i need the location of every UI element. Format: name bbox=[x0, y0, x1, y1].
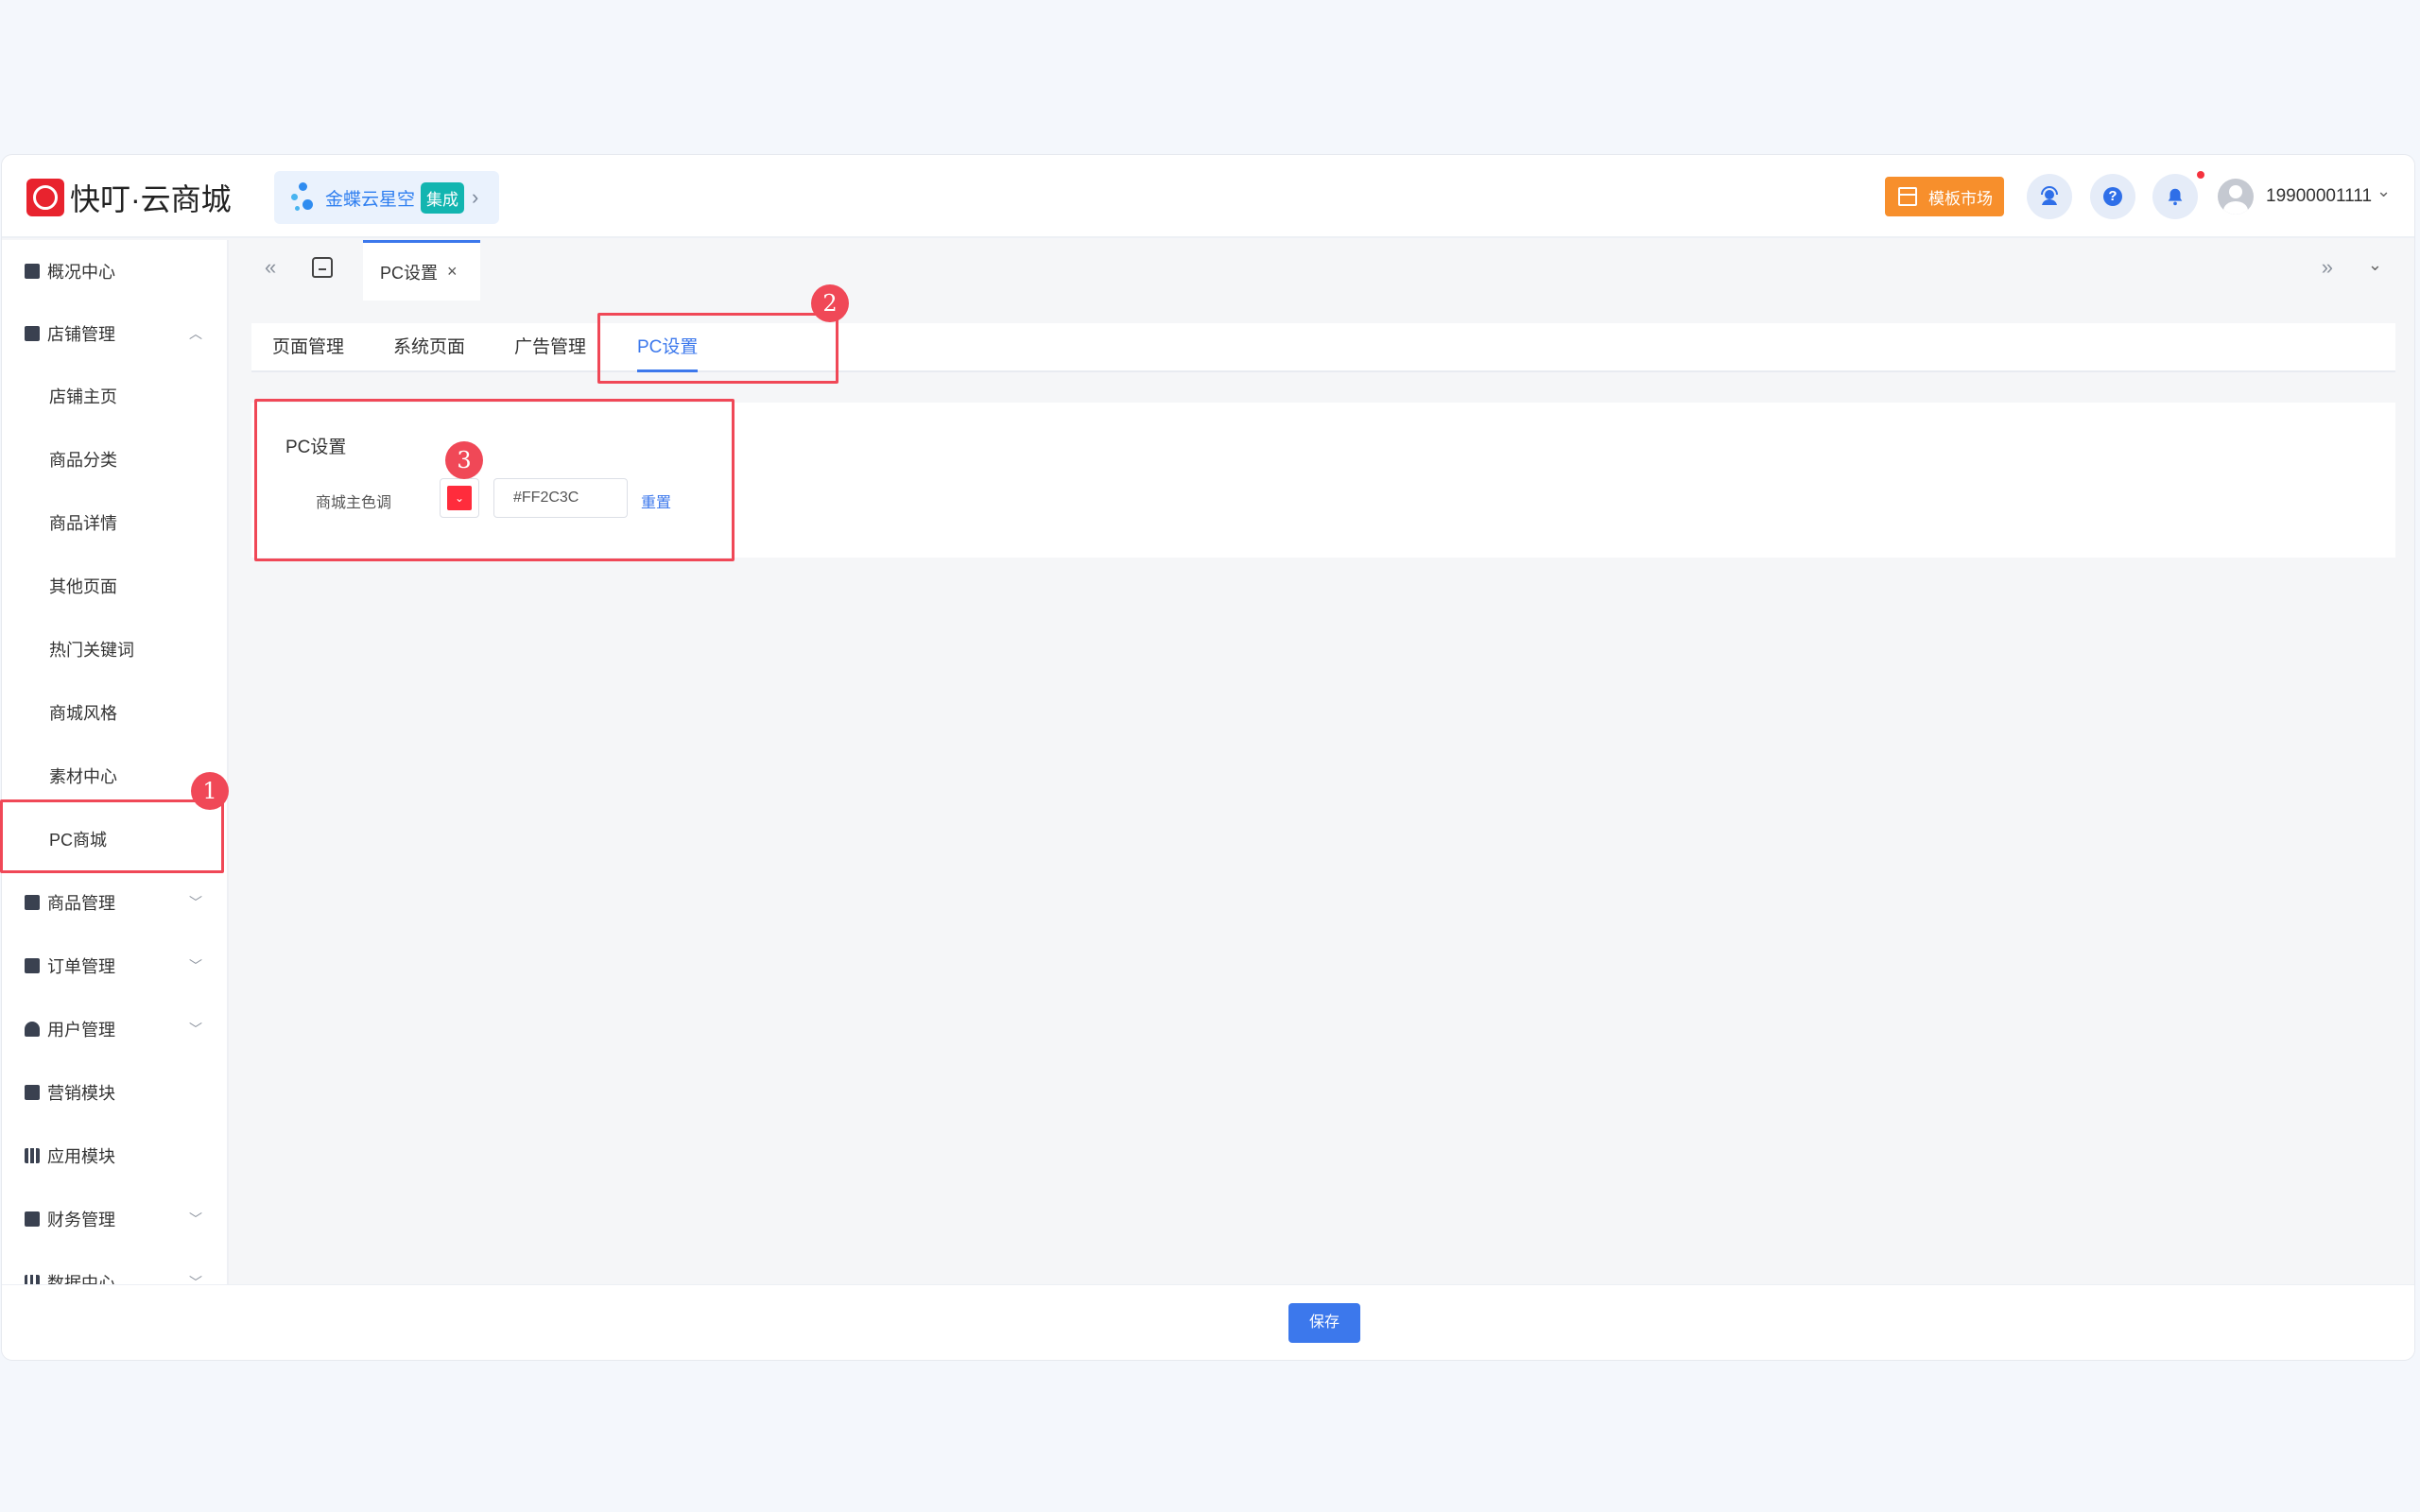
user-name[interactable]: 19900001111 bbox=[2266, 186, 2372, 207]
customer-service-icon bbox=[2041, 186, 2058, 205]
template-market-button[interactable]: 模板市场 bbox=[1885, 177, 2004, 216]
page-tab-bar: « PC设置 × » ⌄ bbox=[231, 240, 2414, 301]
sidebar-subitem-keywords[interactable]: 热门关键词 bbox=[2, 618, 227, 680]
sidebar-item-orders[interactable]: 订单管理 ﹀ bbox=[2, 935, 227, 997]
sidebar-item-apps[interactable]: 应用模块 bbox=[2, 1125, 227, 1187]
chevron-up-icon: ︿ bbox=[189, 326, 202, 341]
help-button[interactable]: ? bbox=[2090, 174, 2135, 219]
sidebar-subitem-category[interactable]: 商品分类 bbox=[2, 428, 227, 490]
help-icon: ? bbox=[2103, 187, 2122, 206]
customer-service-button[interactable] bbox=[2027, 174, 2072, 219]
store-icon bbox=[25, 326, 40, 341]
brand-name: 快叮·云商城 bbox=[70, 182, 232, 216]
sidebar-item-label: 概况中心 bbox=[47, 263, 115, 282]
subtab-ad-management[interactable]: 广告管理 bbox=[514, 323, 586, 372]
chevron-right-icon: › bbox=[472, 185, 479, 209]
highlight-box-pc-mall bbox=[0, 799, 224, 873]
grid-icon bbox=[25, 1148, 40, 1163]
chevron-down-icon[interactable]: ⌄ bbox=[2377, 181, 2391, 201]
sidebar-item-users[interactable]: 用户管理 ﹀ bbox=[2, 998, 227, 1060]
bell-icon bbox=[2168, 188, 2183, 206]
highlight-box-theme-color bbox=[254, 399, 735, 561]
save-button[interactable]: 保存 bbox=[1288, 1303, 1360, 1343]
step-marker-1: 1 bbox=[191, 772, 229, 810]
sidebar-item-goods[interactable]: 商品管理 ﹀ bbox=[2, 871, 227, 934]
sidebar-item-label: 订单管理 bbox=[47, 957, 115, 976]
scroll-left-icon[interactable]: « bbox=[265, 255, 276, 280]
sidebar-item-store[interactable]: 店铺管理 ︿ bbox=[2, 302, 227, 365]
integration-badge[interactable]: 金蝶云星空 集成 › bbox=[274, 171, 499, 224]
kingdee-icon bbox=[289, 180, 318, 215]
sidebar-subitem-store-home[interactable]: 店铺主页 bbox=[2, 365, 227, 427]
template-market-label: 模板市场 bbox=[1928, 189, 1993, 208]
brand-logo[interactable]: 快叮·云商城 bbox=[26, 176, 232, 219]
close-icon[interactable]: × bbox=[447, 262, 458, 282]
settings-subtabs: 页面管理 系统页面 广告管理 PC设置 bbox=[251, 323, 2395, 372]
template-icon bbox=[1898, 187, 1917, 206]
briefcase-icon bbox=[25, 895, 40, 910]
sidebar-item-label: 营销模块 bbox=[47, 1084, 115, 1103]
chart-icon bbox=[25, 1085, 40, 1100]
chevron-down-icon: ﹀ bbox=[189, 1211, 202, 1227]
chevron-down-icon: ﹀ bbox=[189, 958, 202, 973]
scroll-right-icon[interactable]: » bbox=[2322, 255, 2333, 280]
sidebar-subitem-other[interactable]: 其他页面 bbox=[2, 555, 227, 617]
sidebar-item-label: 应用模块 bbox=[47, 1147, 115, 1166]
user-icon bbox=[25, 1022, 40, 1037]
subtab-system-pages[interactable]: 系统页面 bbox=[393, 323, 465, 372]
tab-pc-settings[interactable]: PC设置 × bbox=[363, 240, 480, 301]
sidebar-item-label: 店铺管理 bbox=[47, 325, 115, 344]
sidebar-item-overview[interactable]: 概况中心 bbox=[2, 240, 227, 302]
sidebar: 概况中心 店铺管理 ︿ 店铺主页 商品分类 商品详情 其他页面 热门关键词 商城… bbox=[2, 240, 229, 1287]
overview-icon bbox=[25, 264, 40, 279]
tab-menu-chevron-icon[interactable]: ⌄ bbox=[2368, 255, 2382, 275]
highlight-box-pc-settings-tab bbox=[597, 313, 838, 384]
logo-icon bbox=[26, 179, 64, 216]
sidebar-item-finance[interactable]: 财务管理 ﹀ bbox=[2, 1188, 227, 1250]
app-window: 快叮·云商城 金蝶云星空 集成 › 模板市场 ? 19900001111 ⌄ 概… bbox=[1, 154, 2415, 1361]
wallet-icon bbox=[25, 1211, 40, 1227]
sidebar-subitem-style[interactable]: 商城风格 bbox=[2, 681, 227, 744]
sidebar-item-label: 用户管理 bbox=[47, 1021, 115, 1040]
sidebar-item-marketing[interactable]: 营销模块 bbox=[2, 1061, 227, 1124]
step-marker-2: 2 bbox=[811, 284, 849, 322]
chevron-down-icon: ﹀ bbox=[189, 895, 202, 910]
sidebar-item-label: 商品管理 bbox=[47, 894, 115, 913]
subtab-page-management[interactable]: 页面管理 bbox=[272, 323, 344, 372]
sidebar-item-data[interactable]: 数据中心 ﹀ bbox=[2, 1251, 227, 1287]
notification-button[interactable] bbox=[2152, 174, 2198, 219]
tab-label: PC设置 bbox=[380, 263, 439, 283]
sidebar-item-label: 财务管理 bbox=[47, 1211, 115, 1229]
sidebar-subitem-detail[interactable]: 商品详情 bbox=[2, 491, 227, 554]
step-marker-3: 3 bbox=[445, 441, 483, 479]
integration-name: 金蝶云星空 bbox=[325, 189, 416, 210]
clipboard-icon bbox=[25, 958, 40, 973]
footer-bar: 保存 bbox=[2, 1284, 2414, 1360]
home-icon[interactable] bbox=[312, 257, 333, 278]
chevron-down-icon: ﹀ bbox=[189, 1022, 202, 1037]
integration-tag: 集成 bbox=[421, 181, 465, 214]
avatar[interactable] bbox=[2218, 179, 2254, 215]
main-content: « PC设置 × » ⌄ 页面管理 系统页面 广告管理 PC设置 PC设置 商城… bbox=[231, 240, 2414, 1284]
notification-dot bbox=[2197, 171, 2204, 179]
top-bar: 快叮·云商城 金蝶云星空 集成 › 模板市场 ? 19900001111 ⌄ bbox=[2, 155, 2414, 238]
